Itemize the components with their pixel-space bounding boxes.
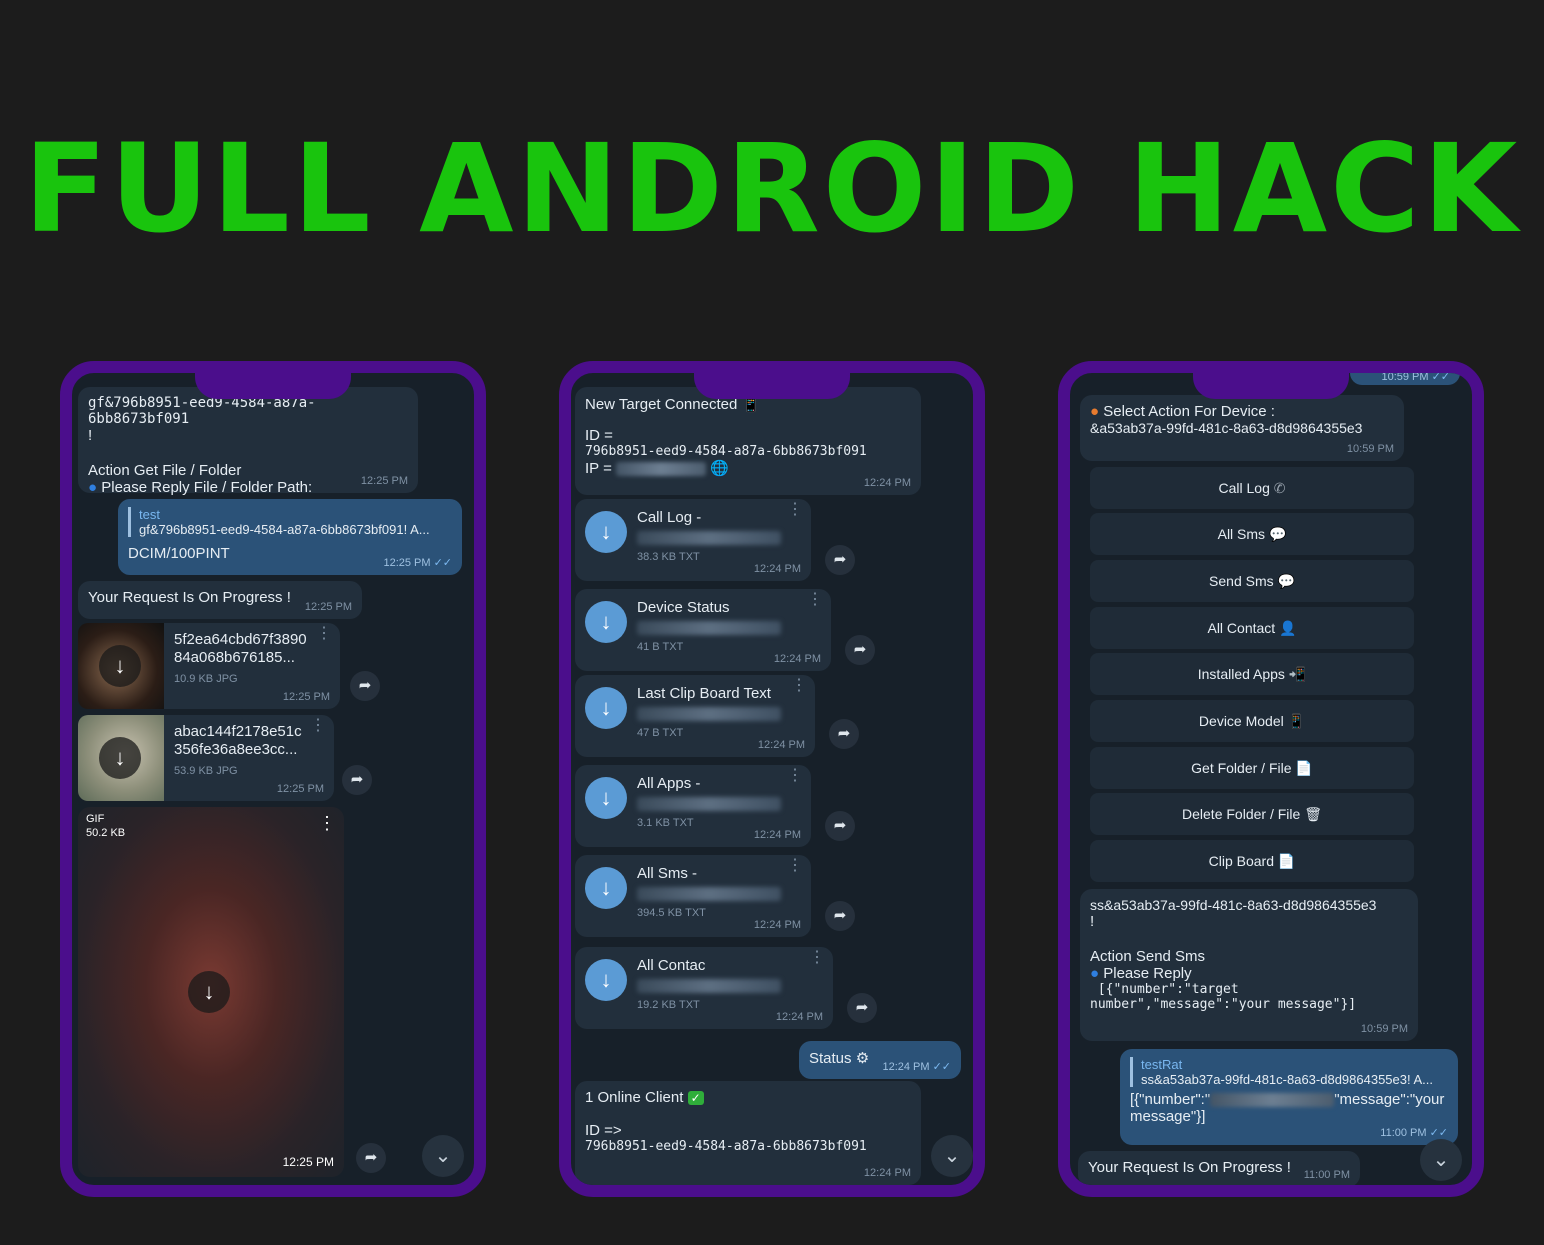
- satellite-icon: ●: [1090, 403, 1100, 420]
- action-message: gf&796b8951-eed9-4584-a87a-6bb8673bf091 …: [78, 387, 418, 496]
- file-message[interactable]: ↓ All Sms - 394.5 KB TXT 12:24 PM ⋮: [575, 855, 811, 937]
- document-icon: 📄: [1277, 853, 1296, 869]
- all-sms-button[interactable]: All Sms 💬: [1090, 513, 1414, 555]
- more-icon[interactable]: ⋮: [316, 626, 332, 642]
- redacted-text: [637, 707, 781, 721]
- redacted-number: [1210, 1093, 1335, 1108]
- share-icon[interactable]: ➦: [342, 765, 372, 795]
- send-sms-message: ss&a53ab37a-99fd-481c-8a63-d8d9864355e3 …: [1080, 889, 1418, 1041]
- share-icon[interactable]: ➦: [845, 635, 875, 665]
- reply-message[interactable]: testRat ss&a53ab37a-99fd-481c-8a63-d8d98…: [1120, 1049, 1458, 1145]
- more-icon[interactable]: ⋮: [807, 592, 823, 608]
- reply-message[interactable]: test gf&796b8951-eed9-4584-a87a-6bb8673b…: [118, 499, 462, 575]
- progress-message: Your Request Is On Progress ! 12:25 PM: [78, 581, 362, 619]
- more-icon[interactable]: ⋮: [787, 858, 803, 874]
- file-message[interactable]: ↓ 5f2ea64cbd67f3890 84a068b676185... 10.…: [78, 623, 340, 709]
- file-message[interactable]: ↓ Call Log - 38.3 KB TXT 12:24 PM ⋮: [575, 499, 811, 581]
- more-icon[interactable]: ⋮: [791, 678, 807, 694]
- previous-message: 10:59 PM ✓✓: [1350, 371, 1460, 385]
- all-contact-button[interactable]: All Contact 👤: [1090, 607, 1414, 649]
- trash-icon: 🗑: [1304, 806, 1322, 822]
- share-icon[interactable]: ➦: [829, 719, 859, 749]
- target-connected-message: New Target Connected 📱 ID = 796b8951-eed…: [575, 387, 921, 495]
- download-icon[interactable]: ↓: [585, 867, 627, 909]
- share-icon[interactable]: ➦: [825, 545, 855, 575]
- redacted-text: [637, 979, 781, 993]
- share-icon[interactable]: ➦: [847, 993, 877, 1023]
- clip-board-button[interactable]: Clip Board 📄: [1090, 840, 1414, 882]
- gear-icon: ⚙: [855, 1050, 870, 1067]
- redacted-ip: [616, 462, 707, 477]
- share-icon[interactable]: ➦: [356, 1143, 386, 1173]
- more-icon[interactable]: ⋮: [318, 813, 336, 834]
- share-icon[interactable]: ➦: [825, 811, 855, 841]
- double-check-icon: ✓✓: [932, 1061, 951, 1073]
- scroll-down-button[interactable]: ⌄: [1420, 1139, 1462, 1181]
- redacted-text: [637, 797, 781, 811]
- file-message[interactable]: ↓ abac144f2178e51c 356fe36a8ee3cc... 53.…: [78, 715, 334, 801]
- installed-apps-button[interactable]: Installed Apps 📲: [1090, 653, 1414, 695]
- file-message[interactable]: ↓ All Apps - 3.1 KB TXT 12:24 PM ⋮: [575, 765, 811, 847]
- blue-circle-icon: ●: [1090, 965, 1100, 982]
- send-sms-button[interactable]: Send Sms 💬: [1090, 560, 1414, 602]
- blue-circle-icon: ●: [88, 479, 98, 496]
- file-message[interactable]: ↓ Last Clip Board Text 47 B TXT 12:24 PM…: [575, 675, 815, 757]
- speech-bubble-icon: 💬: [1277, 573, 1295, 589]
- download-icon[interactable]: ↓: [585, 687, 627, 729]
- phone-notch: [694, 373, 850, 399]
- more-icon[interactable]: ⋮: [809, 950, 825, 966]
- double-check-icon: ✓✓: [1429, 1127, 1448, 1139]
- phone-3: 10:59 PM ✓✓ ● Select Action For Device : …: [1058, 361, 1484, 1197]
- download-icon[interactable]: ↓: [585, 511, 627, 553]
- scroll-down-button[interactable]: ⌄: [931, 1135, 973, 1177]
- progress-message: Your Request Is On Progress ! 11:00 PM: [1078, 1151, 1360, 1185]
- download-icon[interactable]: ↓: [99, 645, 141, 687]
- phone-icon: ✆: [1273, 480, 1286, 496]
- download-icon[interactable]: ↓: [188, 971, 230, 1013]
- double-check-icon: ✓✓: [433, 557, 452, 569]
- more-icon[interactable]: ⋮: [310, 718, 326, 734]
- share-icon[interactable]: ➦: [825, 901, 855, 931]
- double-check-icon: ✓✓: [1431, 371, 1450, 383]
- device-model-button[interactable]: Device Model 📱: [1090, 700, 1414, 742]
- get-folder-file-button[interactable]: Get Folder / File 📄: [1090, 747, 1414, 789]
- gif-message[interactable]: GIF 50.2 KB ⋮ ↓ 12:25 PM: [78, 807, 344, 1177]
- phone-1: gf&796b8951-eed9-4584-a87a-6bb8673bf091 …: [60, 361, 486, 1197]
- online-client-message: 1 Online Client ✓ ID => 796b8951-eed9-45…: [575, 1081, 921, 1185]
- user-icon: 👤: [1279, 620, 1297, 636]
- reply-quote: test gf&796b8951-eed9-4584-a87a-6bb8673b…: [128, 507, 452, 537]
- reply-quote: testRat ss&a53ab37a-99fd-481c-8a63-d8d98…: [1130, 1057, 1448, 1087]
- speech-bubble-icon: 💬: [1268, 526, 1287, 542]
- download-icon[interactable]: ↓: [585, 959, 627, 1001]
- download-icon[interactable]: ↓: [585, 777, 627, 819]
- file-message[interactable]: ↓ Device Status 41 B TXT 12:24 PM ⋮: [575, 589, 831, 671]
- download-icon[interactable]: ↓: [585, 601, 627, 643]
- redacted-text: [637, 531, 781, 545]
- status-message[interactable]: Status ⚙ 12:24 PM ✓✓: [799, 1041, 961, 1079]
- file-message[interactable]: ↓ All Contac 19.2 KB TXT 12:24 PM ⋮: [575, 947, 833, 1029]
- call-log-button[interactable]: Call Log ✆: [1090, 467, 1414, 509]
- redacted-text: [637, 887, 781, 901]
- share-icon[interactable]: ➦: [350, 671, 380, 701]
- globe-icon: 🌐: [710, 460, 729, 477]
- phone-arrow-icon: 📲: [1288, 666, 1307, 682]
- more-icon[interactable]: ⋮: [787, 768, 803, 784]
- phone-notch: [195, 373, 351, 399]
- document-icon: 📄: [1295, 760, 1313, 776]
- phone-notch: [1193, 373, 1349, 399]
- redacted-text: [637, 621, 781, 635]
- phone-icon: 📱: [1287, 713, 1306, 729]
- headline: FULL ANDROID HACK: [23, 118, 1521, 260]
- scroll-down-button[interactable]: ⌄: [422, 1135, 464, 1177]
- check-mark-icon: ✓: [687, 1091, 704, 1105]
- phone-2: New Target Connected 📱 ID = 796b8951-eed…: [559, 361, 985, 1197]
- more-icon[interactable]: ⋮: [787, 502, 803, 518]
- download-icon[interactable]: ↓: [99, 737, 141, 779]
- delete-folder-file-button[interactable]: Delete Folder / File 🗑: [1090, 793, 1414, 835]
- select-action-message: ● Select Action For Device : &a53ab37a-9…: [1080, 395, 1404, 461]
